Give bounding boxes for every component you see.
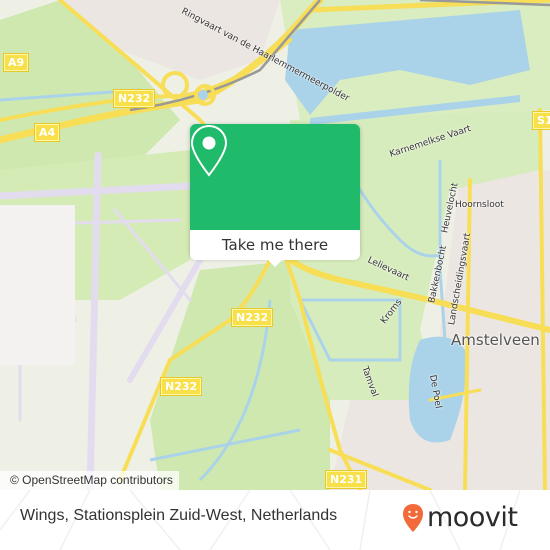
attribution-text: © OpenStreetMap contributors bbox=[10, 473, 173, 487]
moovit-pin-icon bbox=[403, 503, 423, 532]
street-label: Hoornsloot bbox=[455, 200, 504, 210]
moovit-logo[interactable]: moovit bbox=[402, 502, 518, 533]
popup-header bbox=[190, 124, 360, 230]
footer: Wings, Stationsplein Zuid-West, Netherla… bbox=[0, 490, 550, 550]
road-shield-n232: N232 bbox=[114, 90, 155, 107]
road-shield-n232: N232 bbox=[161, 378, 202, 395]
brand-name: moovit bbox=[427, 502, 518, 533]
road-shield-a4: A4 bbox=[35, 124, 60, 141]
road-shield-s1: S1 bbox=[533, 112, 550, 129]
map-attribution[interactable]: © OpenStreetMap contributors bbox=[0, 471, 179, 490]
road-shield-n231: N231 bbox=[326, 471, 367, 488]
map-pin-icon bbox=[190, 124, 228, 177]
road-shield-a9: A9 bbox=[4, 54, 29, 71]
map[interactable]: A9 A4 N232 N232 N232 N231 S1 Ringvaart v… bbox=[0, 0, 550, 490]
road-shield-n232: N232 bbox=[232, 309, 273, 326]
take-me-there-button[interactable]: Take me there bbox=[190, 230, 360, 260]
popup-pointer bbox=[266, 258, 284, 267]
location-popup: Take me there bbox=[190, 124, 360, 267]
location-name: Wings, Stationsplein Zuid-West, Netherla… bbox=[20, 507, 338, 524]
city-label-amstelveen: Amstelveen bbox=[451, 331, 540, 349]
